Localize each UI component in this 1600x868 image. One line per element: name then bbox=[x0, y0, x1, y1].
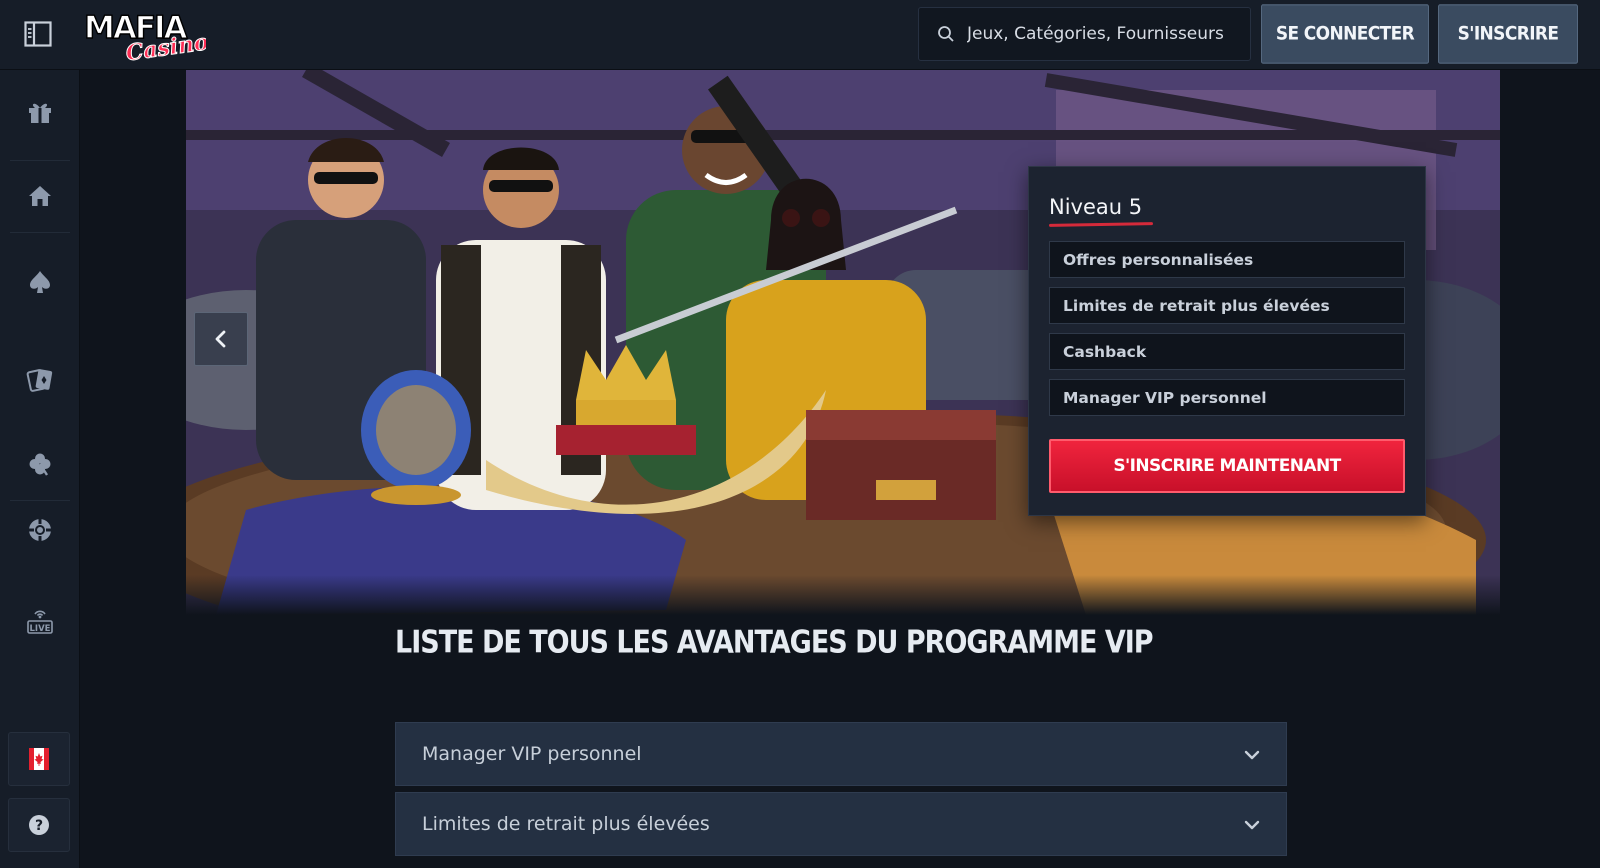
chevron-down-icon bbox=[1244, 750, 1260, 760]
search-box[interactable] bbox=[918, 7, 1251, 61]
sidebar-item-table-games[interactable] bbox=[0, 350, 80, 410]
sidebar-item-casino[interactable] bbox=[0, 252, 80, 312]
language-selector[interactable] bbox=[8, 732, 70, 786]
live-label: LIVE bbox=[30, 624, 51, 634]
vip-perk-item: Limites de retrait plus élevées bbox=[1049, 287, 1405, 324]
login-button[interactable]: SE CONNECTER bbox=[1261, 4, 1429, 64]
register-now-button[interactable]: S'INSCRIRE MAINTENANT bbox=[1049, 439, 1405, 493]
search-input[interactable] bbox=[967, 24, 1237, 44]
clover-icon bbox=[29, 453, 51, 476]
vip-perk-item: Offres personnalisées bbox=[1049, 241, 1405, 278]
gift-icon bbox=[29, 103, 51, 123]
vip-perk-item: Manager VIP personnel bbox=[1049, 379, 1405, 416]
spade-icon bbox=[30, 271, 50, 293]
home-icon bbox=[29, 186, 51, 206]
top-bar: MAFIA Casino SE CONNECTER S'INSCRIRE bbox=[0, 0, 1600, 70]
sidebar-item-live[interactable]: LIVE bbox=[0, 592, 80, 652]
chevron-down-icon bbox=[1244, 820, 1260, 830]
sidebar: LIVE ? bbox=[0, 70, 80, 868]
sidebar-item-slots[interactable] bbox=[0, 434, 80, 494]
vip-perk-item: Cashback bbox=[1049, 333, 1405, 370]
help-label: ? bbox=[35, 818, 43, 834]
help-button[interactable]: ? bbox=[8, 798, 70, 852]
help-icon: ? bbox=[29, 815, 49, 835]
chip-icon bbox=[29, 519, 51, 541]
vip-benefits-title: LISTE DE TOUS LES AVANTAGES DU PROGRAMME… bbox=[395, 625, 1154, 661]
register-button[interactable]: S'INSCRIRE bbox=[1438, 4, 1578, 64]
sidebar-toggle-icon[interactable] bbox=[24, 20, 52, 48]
canada-flag-icon bbox=[29, 748, 49, 770]
search-icon bbox=[938, 26, 954, 42]
vip-level-card: Niveau 5 Offres personnalisées Limites d… bbox=[1028, 166, 1426, 516]
main-content: Niveau 5 Offres personnalisées Limites d… bbox=[80, 70, 1600, 868]
banner-prev-button[interactable] bbox=[194, 312, 248, 366]
accordion-label: Manager VIP personnel bbox=[422, 743, 642, 765]
sidebar-item-poker[interactable] bbox=[0, 500, 80, 560]
vip-level-underline bbox=[1048, 222, 1154, 227]
chevron-left-icon bbox=[215, 330, 226, 348]
sidebar-item-home[interactable] bbox=[0, 166, 80, 226]
live-icon: LIVE bbox=[27, 610, 53, 634]
vip-level-title: Niveau 5 bbox=[1049, 195, 1143, 219]
sidebar-item-promotions[interactable] bbox=[0, 82, 80, 142]
accordion-item-vip-manager[interactable]: Manager VIP personnel bbox=[395, 722, 1287, 786]
cards-icon bbox=[26, 369, 53, 392]
accordion-item-withdrawal-limits[interactable]: Limites de retrait plus élevées bbox=[395, 792, 1287, 856]
mafia-casino-logo[interactable]: MAFIA Casino bbox=[82, 8, 210, 67]
accordion-label: Limites de retrait plus élevées bbox=[422, 813, 710, 835]
